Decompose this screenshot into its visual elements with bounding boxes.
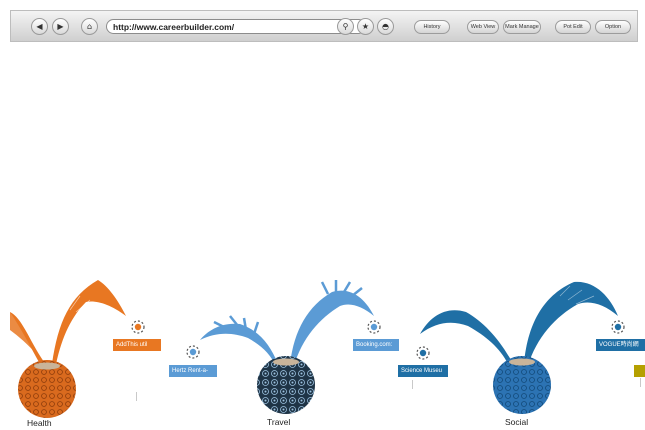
category-label-travel: Travel — [267, 417, 291, 427]
social-bookmark-node-2[interactable] — [614, 323, 622, 331]
tick-mark — [136, 392, 137, 401]
social-bookmark-node-1[interactable] — [419, 349, 427, 357]
bookmark-tag-travel-1[interactable]: Hertz Rent-a- — [169, 365, 217, 377]
travel-bookmark-node-1[interactable] — [189, 348, 197, 356]
social-leaf-right — [524, 281, 618, 366]
travel-leaf-left — [200, 323, 278, 366]
bookmark-tag-social-1[interactable]: Science Museu — [398, 365, 448, 377]
social-pot-group — [416, 281, 625, 414]
bookmark-tag-partial[interactable] — [634, 365, 645, 377]
social-leaf-left — [420, 310, 512, 364]
tick-mark — [640, 378, 641, 387]
bookmark-tag-social-2[interactable]: VOGUE時尚網 — [596, 339, 645, 351]
health-bookmark-node[interactable] — [134, 323, 142, 331]
bookmark-pot-scene — [10, 280, 625, 418]
health-leaf-left-2 — [10, 312, 38, 356]
bookmark-tag-health-1[interactable]: AddThis util — [113, 339, 161, 351]
category-label-health: Health — [27, 418, 52, 428]
tick-mark — [412, 380, 413, 389]
travel-leaf-right — [290, 290, 374, 366]
travel-pot-group — [186, 280, 381, 414]
travel-bookmark-node-2[interactable] — [370, 323, 378, 331]
category-label-social: Social — [505, 417, 529, 427]
health-leaf-right — [52, 280, 126, 364]
bookmark-tag-travel-2[interactable]: Booking.com: — [353, 339, 399, 351]
